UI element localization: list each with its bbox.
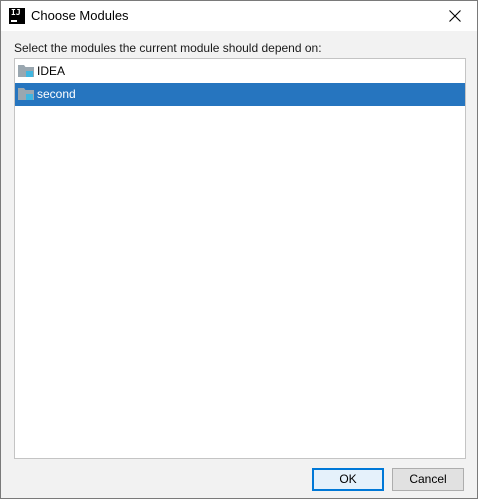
list-item-idea[interactable]: IDEA xyxy=(15,60,465,83)
title-bar: IJ Choose Modules xyxy=(1,1,477,31)
module-folder-icon xyxy=(18,88,34,100)
module-folder-icon xyxy=(18,65,34,77)
module-label: IDEA xyxy=(37,64,66,78)
instruction-label: Select the modules the current module sh… xyxy=(14,41,322,55)
ok-button[interactable]: OK xyxy=(312,468,384,491)
cancel-button[interactable]: Cancel xyxy=(392,468,464,491)
module-label: second xyxy=(37,87,76,101)
choose-modules-dialog: IJ Choose Modules Select the modules the… xyxy=(0,0,478,499)
intellij-idea-icon: IJ xyxy=(9,8,25,24)
list-item-second[interactable]: second xyxy=(15,83,465,106)
close-button[interactable] xyxy=(433,1,477,31)
dialog-title: Choose Modules xyxy=(31,8,129,23)
close-icon xyxy=(449,10,461,22)
module-list[interactable]: IDEA second xyxy=(14,58,466,459)
